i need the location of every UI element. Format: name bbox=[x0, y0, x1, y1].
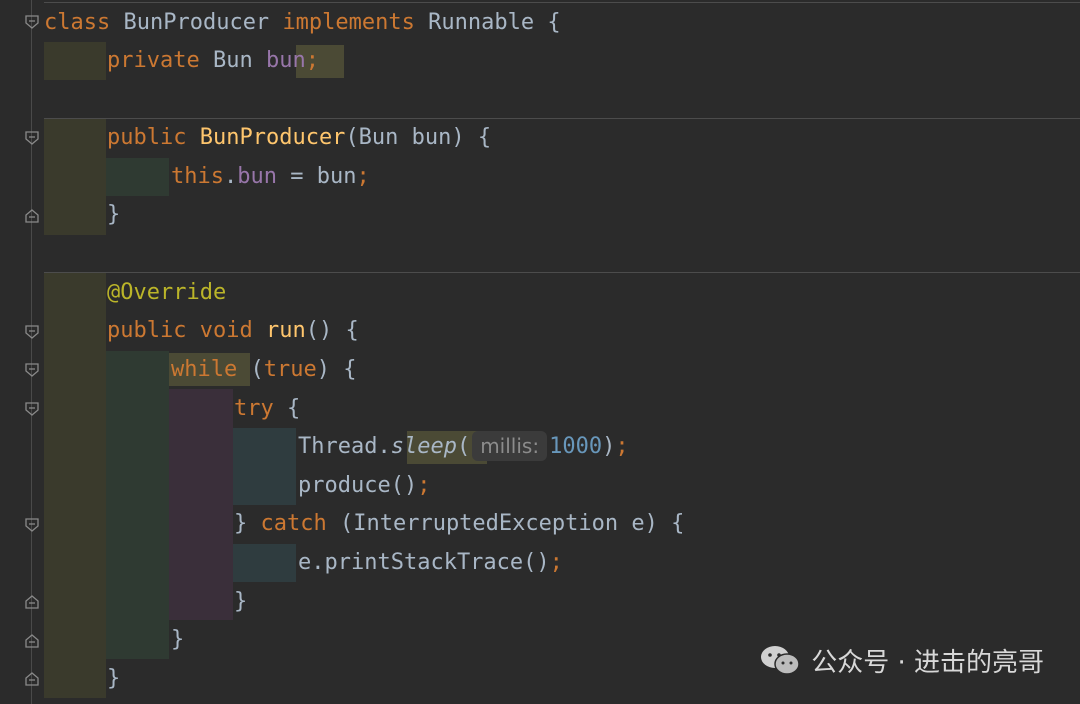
keyword: private bbox=[107, 48, 200, 73]
field-name: bun bbox=[265, 48, 306, 73]
code-line-17[interactable]: } bbox=[171, 621, 184, 659]
keyword: public bbox=[107, 125, 187, 150]
indent-block bbox=[233, 544, 296, 582]
fold-open-icon[interactable] bbox=[24, 324, 40, 340]
fold-open-icon[interactable] bbox=[24, 362, 40, 378]
params: () bbox=[305, 318, 333, 343]
watermark-text: 公众号 · 进击的亮哥 bbox=[811, 647, 1044, 678]
code-line-15[interactable]: e.printStackTrace(); bbox=[298, 544, 563, 582]
fold-close-icon[interactable] bbox=[24, 633, 40, 649]
indent-block bbox=[106, 158, 169, 196]
keyword: this bbox=[171, 164, 224, 189]
brace: { bbox=[345, 318, 359, 343]
paren: ) bbox=[602, 434, 616, 459]
keyword: catch bbox=[260, 511, 327, 536]
semicolon: ; bbox=[356, 164, 370, 189]
fold-open-icon[interactable] bbox=[24, 130, 40, 146]
fold-close-icon[interactable] bbox=[24, 208, 40, 224]
type-name: Bun bbox=[212, 48, 253, 73]
fold-close-icon[interactable] bbox=[24, 594, 40, 610]
method-name: BunProducer bbox=[199, 125, 346, 150]
code-line-11[interactable]: try { bbox=[234, 390, 300, 428]
code-line-16[interactable]: } bbox=[234, 583, 247, 621]
code-line-8[interactable]: @Override bbox=[107, 274, 226, 312]
paren: ( bbox=[456, 434, 471, 459]
keyword: true bbox=[263, 357, 317, 382]
watermark: 公众号 · 进击的亮哥 bbox=[759, 640, 1044, 680]
assignment: = bun bbox=[276, 164, 357, 189]
semicolon: ; bbox=[305, 48, 319, 73]
code-line-13[interactable]: produce(); bbox=[298, 467, 430, 505]
parameter-hint: millis: bbox=[472, 431, 548, 461]
code-line-1[interactable]: class BunProducer implements Runnable { bbox=[44, 4, 561, 42]
fold-close-icon[interactable] bbox=[24, 671, 40, 687]
paren: ( bbox=[237, 357, 264, 382]
code-line-12[interactable]: Thread.sleep(millis: 1000); bbox=[298, 428, 629, 466]
indent-block bbox=[44, 42, 106, 80]
semicolon: ; bbox=[417, 473, 431, 498]
class-name: BunProducer bbox=[123, 10, 270, 35]
wechat-icon bbox=[761, 646, 800, 675]
code-editor[interactable]: class BunProducer implements Runnable { … bbox=[0, 0, 1080, 704]
brace: } bbox=[234, 589, 248, 614]
annotation: @Override bbox=[107, 280, 227, 305]
brace: } bbox=[107, 666, 121, 691]
params: (Bun bun) bbox=[345, 125, 465, 150]
method-call: e.printStackTrace() bbox=[298, 550, 550, 575]
method-name: sleep bbox=[390, 434, 457, 459]
paren: ) { bbox=[316, 357, 357, 382]
code-line-4[interactable]: public BunProducer(Bun bun) { bbox=[107, 119, 491, 157]
brace: } bbox=[107, 202, 121, 227]
code-line-2[interactable]: private Bun bun; bbox=[107, 42, 319, 80]
indent-block bbox=[106, 351, 169, 659]
code-line-10[interactable]: while (true) { bbox=[171, 351, 356, 389]
number-literal: 1000 bbox=[549, 434, 603, 459]
keyword: class bbox=[44, 10, 111, 35]
brace: { bbox=[547, 10, 561, 35]
class-name: Thread. bbox=[298, 434, 391, 459]
fold-open-icon[interactable] bbox=[24, 401, 40, 417]
code-line-14[interactable]: } catch (InterruptedException e) { bbox=[234, 505, 684, 543]
brace: { bbox=[273, 396, 301, 421]
params: (InterruptedException e) { bbox=[326, 511, 685, 536]
keyword: implements bbox=[282, 10, 415, 35]
keyword: while bbox=[171, 357, 238, 382]
fold-open-icon[interactable] bbox=[24, 517, 40, 533]
method-call: produce() bbox=[298, 473, 418, 498]
code-line-6[interactable]: } bbox=[107, 196, 120, 234]
brace: { bbox=[477, 125, 492, 150]
brace: } bbox=[234, 511, 261, 536]
indent-block bbox=[233, 428, 296, 505]
fold-open-icon[interactable] bbox=[24, 14, 40, 30]
method-name: run bbox=[265, 318, 306, 343]
interface-name: Runnable bbox=[428, 10, 535, 35]
indent-block bbox=[44, 119, 106, 235]
code-line-9[interactable]: public void run() { bbox=[107, 312, 359, 350]
indent-block bbox=[169, 389, 233, 620]
field-name: bun bbox=[237, 164, 277, 189]
method-separator bbox=[44, 2, 1080, 3]
code-line-18[interactable]: } bbox=[107, 660, 120, 698]
keyword: void bbox=[199, 318, 253, 343]
indent-block bbox=[44, 273, 106, 698]
code-line-5[interactable]: this.bun = bun; bbox=[171, 158, 370, 196]
semicolon: ; bbox=[615, 434, 629, 459]
semicolon: ; bbox=[549, 550, 563, 575]
brace: } bbox=[171, 627, 185, 652]
keyword: try bbox=[234, 396, 274, 421]
dot: . bbox=[223, 164, 238, 189]
method-separator bbox=[44, 272, 1080, 273]
keyword: public bbox=[107, 318, 187, 343]
